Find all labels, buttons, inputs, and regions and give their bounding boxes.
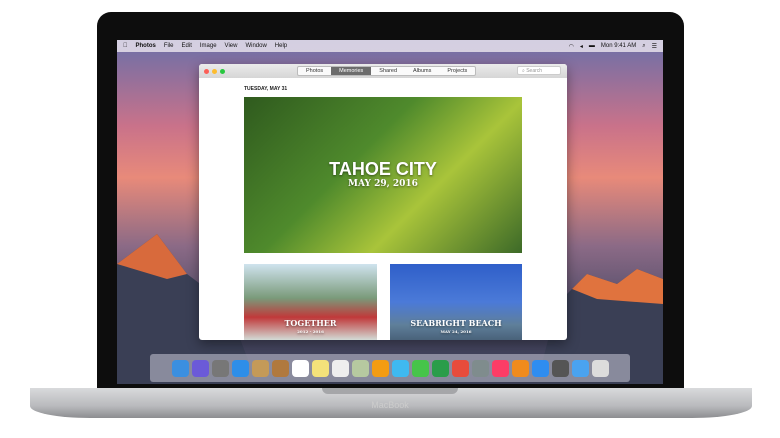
wifi-icon[interactable]: ◠	[569, 43, 574, 50]
battery-icon[interactable]: ▬	[589, 43, 595, 50]
tab-shared[interactable]: Shared	[371, 67, 405, 75]
memory-card-seabright[interactable]: SEABRIGHT BEACH MAY 24, 2016	[390, 264, 522, 340]
photos-window: Photos Memories Shared Albums Projects ⌕…	[199, 64, 567, 340]
tab-memories[interactable]: Memories	[331, 67, 372, 75]
dock	[150, 354, 630, 382]
search-placeholder: Search	[526, 68, 543, 74]
notification-center-icon[interactable]: ☰	[652, 43, 657, 50]
dock-app-icon[interactable]	[411, 359, 429, 377]
dock-app-icon[interactable]	[451, 359, 469, 377]
memory-title: TAHOE CITY	[329, 159, 437, 179]
menu-app-name[interactable]: Photos	[136, 43, 156, 49]
tab-albums[interactable]: Albums	[405, 67, 439, 75]
dock-app-icon[interactable]	[371, 359, 389, 377]
view-tabs: Photos Memories Shared Albums Projects	[297, 66, 477, 76]
dock-app-icon[interactable]	[311, 359, 329, 377]
dock-app-icon[interactable]	[431, 359, 449, 377]
memory-card-together[interactable]: TOGETHER 2012 - 2016	[244, 264, 377, 340]
dock-app-icon[interactable]	[351, 359, 369, 377]
memory-title: SEABRIGHT BEACH	[410, 318, 502, 328]
tab-projects[interactable]: Projects	[439, 67, 475, 75]
menu-file[interactable]: File	[164, 43, 174, 49]
lid-notch	[322, 388, 458, 394]
menu-window[interactable]: Window	[245, 43, 266, 49]
section-date: TUESDAY, MAY 31	[244, 86, 288, 92]
zoom-button[interactable]	[220, 68, 225, 74]
dock-app-icon[interactable]	[471, 359, 489, 377]
toolbar: Photos Memories Shared Albums Projects ⌕…	[199, 64, 567, 78]
menu-help[interactable]: Help	[275, 43, 287, 49]
menu-view[interactable]: View	[225, 43, 238, 49]
dock-app-icon[interactable]	[551, 359, 569, 377]
memory-subtitle: 2012 - 2016	[297, 329, 324, 334]
dock-app-icon[interactable]	[291, 359, 309, 377]
dock-app-icon[interactable]	[231, 359, 249, 377]
dock-app-icon[interactable]	[331, 359, 349, 377]
search-input[interactable]: ⌕ Search	[517, 66, 561, 75]
dock-app-icon[interactable]	[271, 359, 289, 377]
dock-app-icon[interactable]	[251, 359, 269, 377]
memory-card-tahoe[interactable]: TAHOE CITY MAY 29, 2016	[244, 97, 522, 253]
menu-edit[interactable]: Edit	[182, 43, 192, 49]
menu-bar:  Photos File Edit Image View Window Hel…	[117, 40, 663, 52]
apple-icon[interactable]: 	[123, 43, 128, 49]
dock-app-icon[interactable]	[211, 359, 229, 377]
tab-photos[interactable]: Photos	[298, 67, 331, 75]
dock-app-icon[interactable]	[531, 359, 549, 377]
clock[interactable]: Mon 9:41 AM	[601, 43, 636, 50]
minimize-button[interactable]	[212, 68, 217, 74]
menu-image[interactable]: Image	[200, 43, 217, 49]
volume-icon[interactable]: ◂	[580, 43, 583, 50]
memory-title: TOGETHER	[284, 318, 337, 328]
spotlight-icon[interactable]: ⌕	[642, 43, 645, 50]
dock-app-icon[interactable]	[171, 359, 189, 377]
memory-subtitle: MAY 24, 2016	[440, 329, 472, 334]
macbook-label: MacBook	[371, 400, 409, 410]
dock-app-icon[interactable]	[511, 359, 529, 377]
dock-app-icon[interactable]	[391, 359, 409, 377]
desktop:  Photos File Edit Image View Window Hel…	[117, 40, 663, 384]
memory-subtitle: MAY 29, 2016	[348, 179, 418, 189]
dock-app-icon[interactable]	[571, 359, 589, 377]
dock-app-icon[interactable]	[591, 359, 609, 377]
dock-app-icon[interactable]	[191, 359, 209, 377]
close-button[interactable]	[204, 68, 209, 74]
dock-app-icon[interactable]	[491, 359, 509, 377]
